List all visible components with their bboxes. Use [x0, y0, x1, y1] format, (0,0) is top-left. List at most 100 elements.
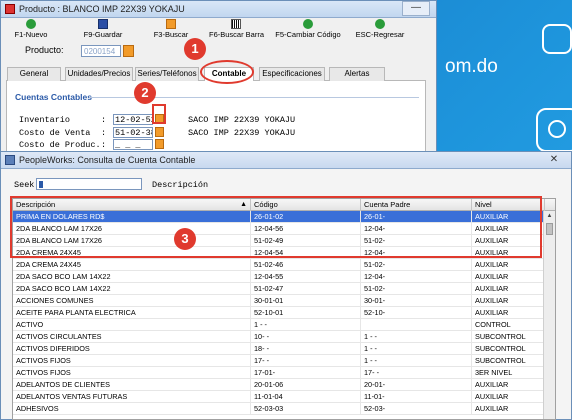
cell-level: AUXILIAR — [472, 271, 545, 283]
cell-code: 51-02-47 — [251, 283, 361, 295]
cell-code: 52-03-03 — [251, 403, 361, 415]
annotation-1: 1 — [184, 38, 206, 60]
table-row[interactable]: ACCIONES COMUNES 30-01-01 30-01- AUXILIAR — [13, 295, 555, 307]
costo-venta-search-icon[interactable] — [155, 127, 164, 137]
annotation-3: 3 — [174, 228, 196, 250]
cell-parent-account: 30-01- — [361, 295, 472, 307]
cell-level: CONTROL — [472, 319, 545, 331]
cell-parent-account: 52-03- — [361, 403, 472, 415]
cell-description: ACTIVO — [13, 319, 251, 331]
cell-code: 52-10-01 — [251, 307, 361, 319]
scroll-up-icon[interactable]: ▲ — [544, 211, 555, 222]
section-title: Cuentas Contables — [15, 92, 92, 102]
consult-window-title: PeopleWorks: Consulta de Cuenta Contable — [19, 155, 196, 165]
search-button[interactable]: F3-Buscar — [149, 19, 193, 40]
table-row[interactable]: ACEITE PARA PLANTA ELECTRICA 52-10-01 52-1… — [13, 307, 555, 319]
cell-code: 17-01- — [251, 367, 361, 379]
field-colon: : — [101, 140, 107, 150]
cell-level: AUXILIAR — [472, 379, 545, 391]
costo-produccion-search-icon[interactable] — [155, 139, 164, 149]
cell-parent-account: 12-04- — [361, 271, 472, 283]
table-row[interactable]: ADHESIVOS 52-03-03 52-03- AUXILIAR — [13, 403, 555, 415]
cell-description: 2DA SACO BCO LAM 14X22 — [13, 271, 251, 283]
consult-titlebar: PeopleWorks: Consulta de Cuenta Contable… — [1, 152, 571, 169]
table-row[interactable]: ACTIVOS DIFERIDOS 18- -1 - - SUBCONTROL — [13, 343, 555, 355]
save-button[interactable]: F9-Guardar — [79, 19, 127, 40]
field-description: SACO IMP 22X39 YOKAJU — [188, 128, 296, 138]
field-label: Costo de Venta — [19, 128, 91, 138]
field-label: Costo de Produc. — [19, 140, 101, 150]
product-code-input[interactable]: 0200154 — [81, 45, 121, 57]
costo-venta-account-input[interactable]: 51-02-38 — [113, 127, 153, 138]
cell-parent-account: 52-10- — [361, 307, 472, 319]
table-row[interactable]: 2DA CREMA 24X45 51-02-46 51-02- AUXILIAR — [13, 259, 555, 271]
table-row[interactable]: 2DA SACO BCO LAM 14X22 12-04-55 12-04- AUXI… — [13, 271, 555, 283]
seek-field-label: Descripción — [152, 180, 209, 190]
cell-description: ADELANTOS DE CLIENTES — [13, 379, 251, 391]
close-icon[interactable]: ✕ — [543, 153, 565, 167]
cell-code: 18- - — [251, 343, 361, 355]
cell-code: 12-04-55 — [251, 271, 361, 283]
change-code-icon — [303, 19, 313, 29]
cell-level: AUXILIAR — [472, 259, 545, 271]
minimize-button[interactable]: — — [402, 1, 430, 16]
cell-description: 2DA SACO BCO LAM 14X22 — [13, 283, 251, 295]
field-description: SACO IMP 22X39 YOKAJU — [188, 115, 296, 125]
cell-description: 2DA CREMA 24X45 — [13, 259, 251, 271]
cell-level: AUXILIAR — [472, 307, 545, 319]
new-icon — [26, 19, 36, 29]
table-row[interactable]: ACTIVO 1 - - CONTROL — [13, 319, 555, 331]
barcode-icon — [231, 19, 241, 29]
tab-alerts[interactable]: Alertas — [329, 67, 385, 81]
cell-code: 17- - — [251, 355, 361, 367]
tab-series-phones[interactable]: Series/Teléfonos — [135, 67, 199, 81]
seek-input[interactable] — [36, 178, 142, 190]
cell-parent-account: 51-02- — [361, 283, 472, 295]
desktop-app-icon[interactable] — [542, 24, 572, 54]
costo-produccion-account-input[interactable]: _ _ _ — [113, 139, 153, 150]
table-row[interactable]: ADELANTOS VENTAS FUTURAS 11-01-04 11-01- AU… — [13, 391, 555, 403]
app-icon — [5, 4, 15, 14]
cell-code: 1 - - — [251, 319, 361, 331]
cell-code: 10- - — [251, 331, 361, 343]
annotation-rect-search — [152, 104, 166, 124]
cell-parent-account: 20-01- — [361, 379, 472, 391]
cell-parent-account: 51-02- — [361, 259, 472, 271]
product-window: Producto : BLANCO IMP 22X39 YOKAJU — F1-… — [0, 0, 437, 170]
save-icon — [98, 19, 108, 29]
cell-description: ADELANTOS VENTAS FUTURAS — [13, 391, 251, 403]
cell-parent-account — [361, 319, 472, 331]
tab-general[interactable]: General — [7, 67, 61, 81]
cell-description: ADHESIVOS — [13, 403, 251, 415]
product-window-title: Producto : BLANCO IMP 22X39 YOKAJU — [19, 4, 185, 14]
barcode-search-button[interactable]: F6-Buscar Barra — [209, 19, 264, 40]
table-row[interactable]: ADELANTOS DE CLIENTES 20-01-06 20-01- AUXIL… — [13, 379, 555, 391]
grid-scrollbar[interactable]: ▲ — [543, 211, 555, 419]
back-icon — [375, 19, 385, 29]
table-row[interactable]: 2DA SACO BCO LAM 14X22 51-02-47 51-02- AUXI… — [13, 283, 555, 295]
product-search-icon[interactable] — [123, 45, 134, 57]
table-row[interactable]: ACTIVOS CIRCULANTES 10- -1 - - SUBCONTROL — [13, 331, 555, 343]
table-row[interactable]: ACTIVOS FIJOS 17- -1 - - SUBCONTROL — [13, 355, 555, 367]
cell-level: AUXILIAR — [472, 391, 545, 403]
app-icon — [5, 155, 15, 165]
desktop-text: om.do — [445, 56, 498, 77]
tab-units-prices[interactable]: Unidades/Precios — [65, 67, 133, 81]
change-code-button[interactable]: F5-Cambiar Código — [275, 19, 341, 40]
cell-description: ACTIVOS DIFERIDOS — [13, 343, 251, 355]
product-titlebar: Producto : BLANCO IMP 22X39 YOKAJU — — [1, 1, 436, 18]
desktop-app-icon-2[interactable] — [536, 108, 572, 152]
inventario-account-input[interactable]: 12-02-52 — [113, 114, 153, 125]
cell-description: ACEITE PARA PLANTA ELECTRICA — [13, 307, 251, 319]
cell-level: 3ER NIVEL — [472, 367, 545, 379]
cell-description: ACTIVOS CIRCULANTES — [13, 331, 251, 343]
back-button[interactable]: ESC-Regresar — [355, 19, 405, 40]
field-label: Inventario — [19, 115, 71, 125]
tab-specifications[interactable]: Especificaciones — [259, 67, 325, 81]
cell-parent-account: 1 - - — [361, 343, 472, 355]
table-row[interactable]: ACTIVOS FIJOS 17-01- 17- -3ER NIVEL — [13, 367, 555, 379]
cell-code: 30-01-01 — [251, 295, 361, 307]
cell-code: 11-01-04 — [251, 391, 361, 403]
new-button[interactable]: F1-Nuevo — [9, 19, 53, 40]
scroll-thumb[interactable] — [546, 223, 553, 235]
